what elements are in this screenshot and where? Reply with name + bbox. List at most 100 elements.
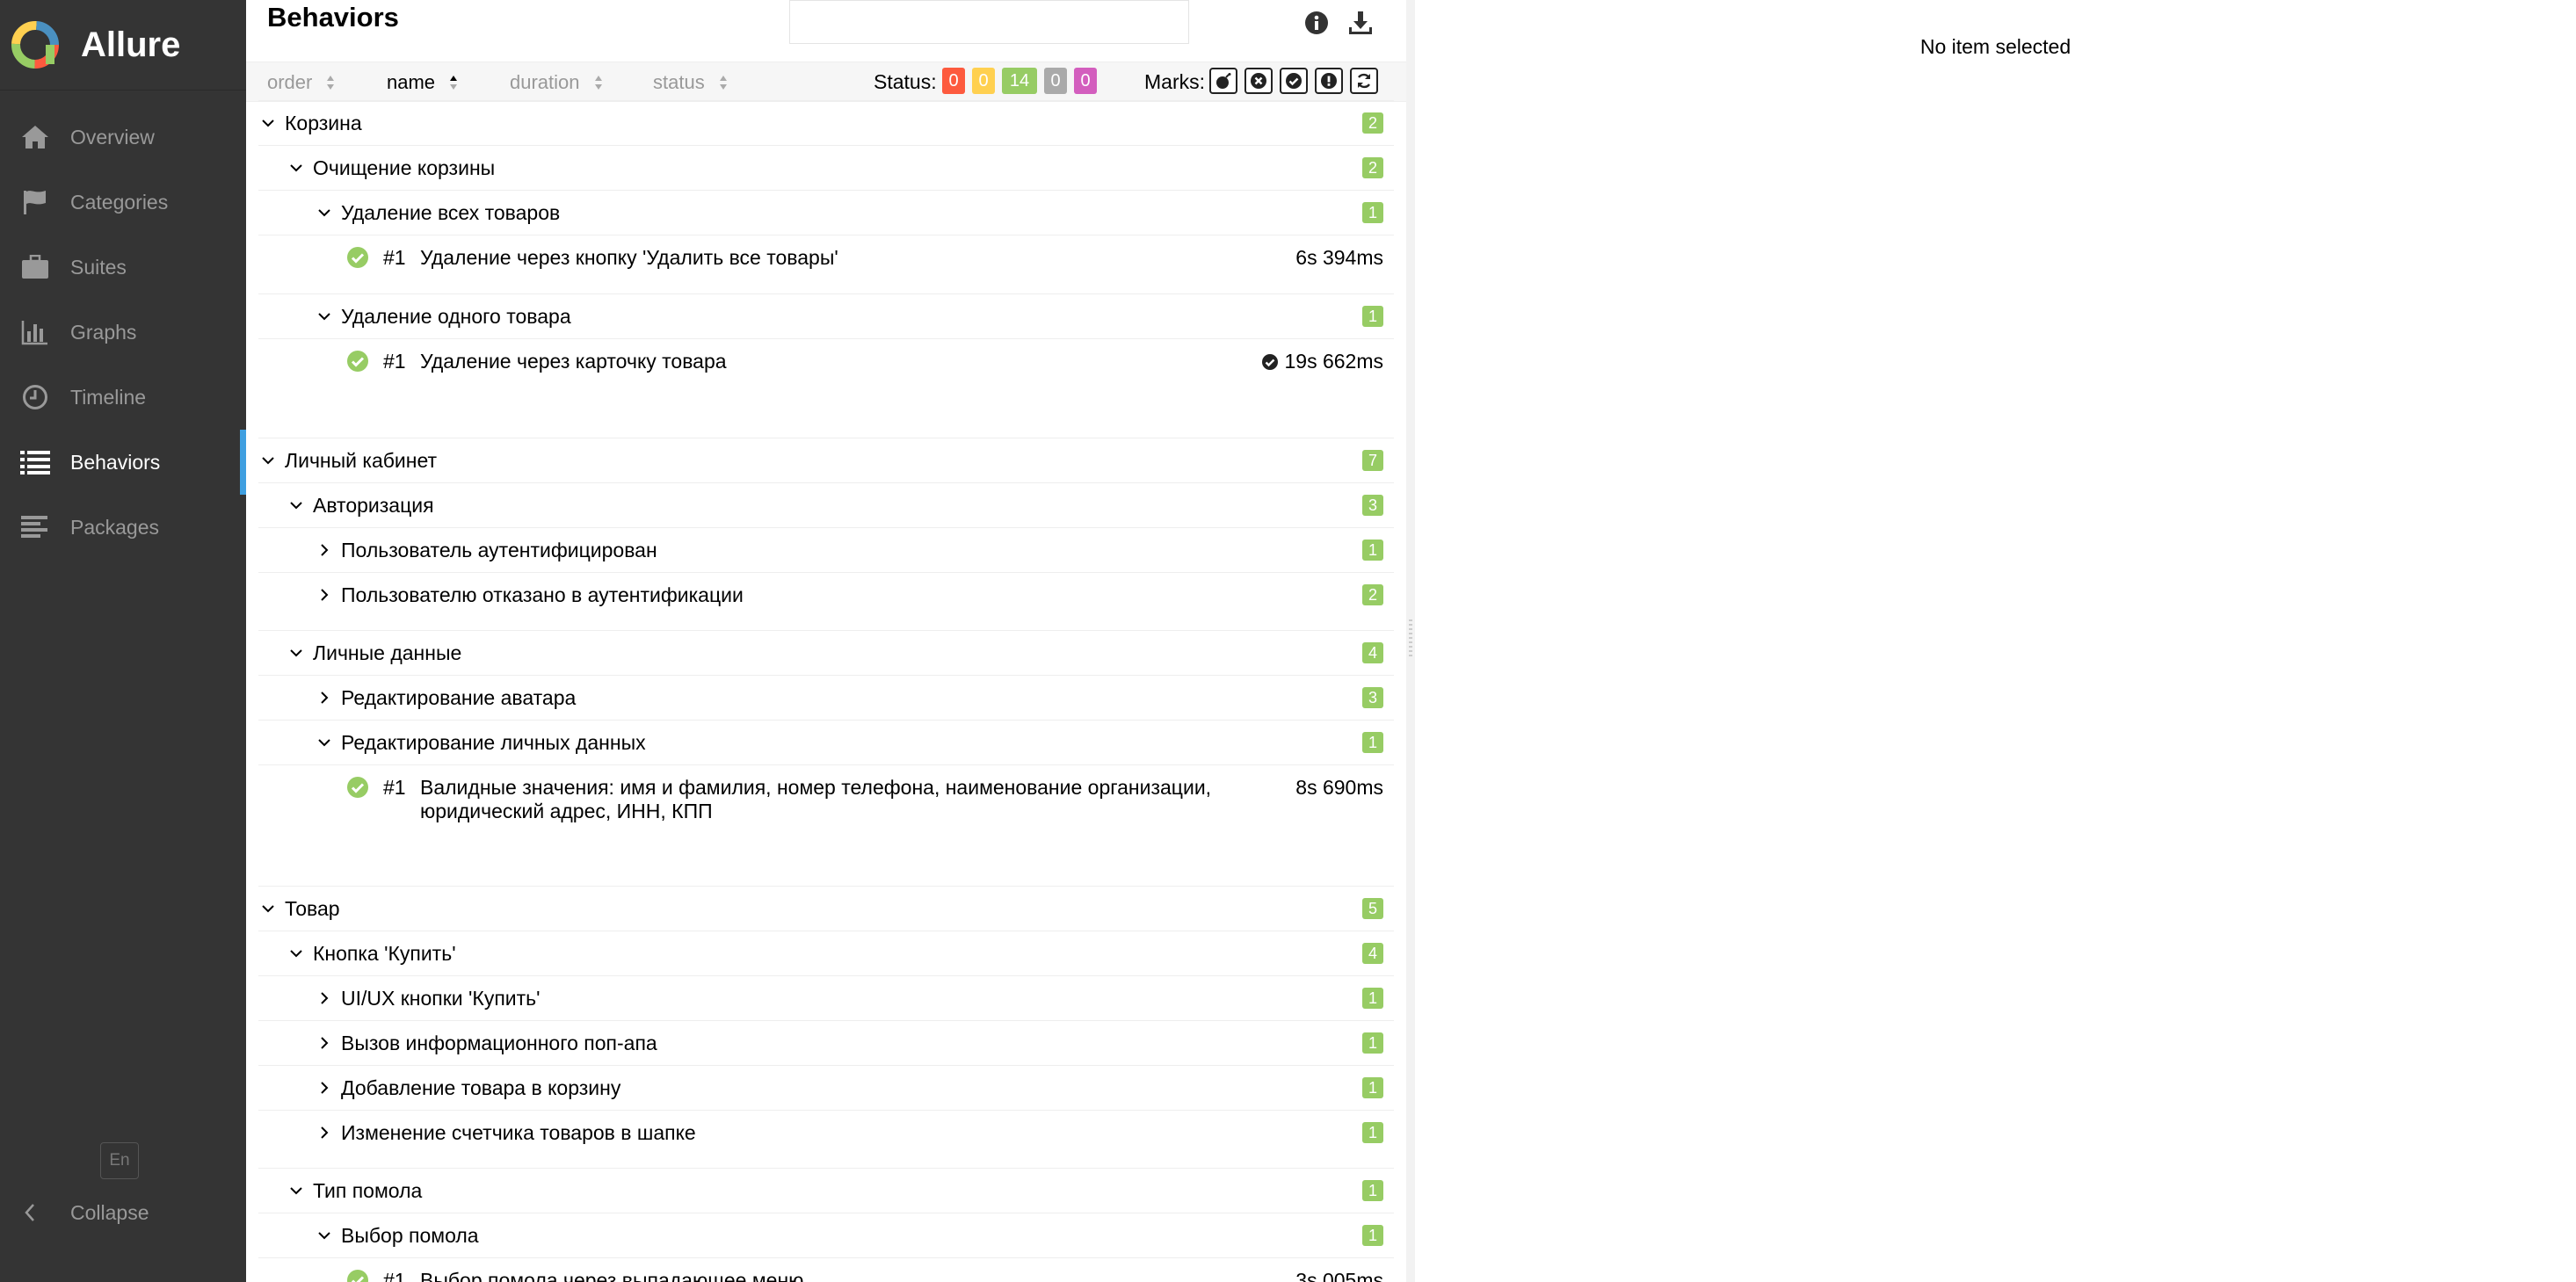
sort-order[interactable]: order [267, 71, 335, 94]
sidebar-item-graphs[interactable]: Graphs [0, 300, 246, 365]
tree-group-row[interactable]: Редактирование личных данных 1 [258, 720, 1394, 764]
chevron-down-icon[interactable] [287, 944, 306, 963]
tree-group-row[interactable]: Пользователю отказано в аутентификации 2 [258, 572, 1394, 617]
tree-group-row[interactable]: Редактирование аватара 3 [258, 675, 1394, 720]
group-label: Редактирование личных данных [341, 730, 646, 754]
align-left-icon [19, 511, 51, 543]
chevron-down-icon[interactable] [287, 1181, 306, 1200]
tree-group-row[interactable]: Корзина 2 [258, 100, 1394, 145]
tree-group-row[interactable]: Вызов информационного поп-апа 1 [258, 1020, 1394, 1065]
sidebar-item-timeline[interactable]: Timeline [0, 365, 246, 430]
sidebar-item-overview[interactable]: Overview [0, 105, 246, 170]
count-badge: 7 [1362, 450, 1383, 471]
chevron-down-icon[interactable] [315, 733, 334, 752]
chevron-down-icon[interactable] [258, 451, 278, 470]
splitter-grip[interactable] [1409, 619, 1412, 658]
test-name: Удаление через кнопку 'Удалить все товар… [420, 246, 838, 269]
duration-text: 3s 005ms [1295, 1269, 1383, 1282]
test-name: Выбор помола через выпадающее меню [420, 1269, 804, 1282]
chevron-down-icon[interactable] [258, 113, 278, 133]
test-case-row[interactable]: #1 Выбор помола через выпадающее меню 3s 0… [258, 1257, 1394, 1282]
sidebar-item-behaviors[interactable]: Behaviors [0, 430, 246, 495]
tree-group-row[interactable]: Тип помола 1 [258, 1168, 1394, 1213]
brand[interactable]: Allure [0, 0, 246, 91]
tree-group-row[interactable]: Личный кабинет 7 [258, 438, 1394, 482]
mark-retries-toggle[interactable] [1350, 68, 1378, 94]
chevron-down-icon[interactable] [287, 643, 306, 663]
collapse-button[interactable]: Collapse [19, 1195, 149, 1230]
count-badge: 4 [1362, 642, 1383, 663]
mark-flaky-toggle[interactable] [1209, 68, 1237, 94]
count-badge: 1 [1362, 1122, 1383, 1143]
sidebar-item-label: Overview [70, 125, 155, 148]
passed-status-icon [347, 247, 368, 268]
chevron-down-icon[interactable] [287, 158, 306, 177]
duration-text: 19s 662ms [1284, 350, 1383, 373]
count-badge: 1 [1362, 306, 1383, 327]
test-case-row[interactable]: #1 Валидные значения: имя и фамилия, номе… [258, 764, 1394, 845]
tree-group-row[interactable]: Пользователь аутентифицирован 1 [258, 527, 1394, 572]
chevron-down-icon[interactable] [315, 203, 334, 222]
status-skipped-toggle[interactable]: 0 [1044, 68, 1067, 94]
language-switch[interactable]: En [100, 1142, 139, 1179]
test-duration: 3s 005ms [1295, 1269, 1383, 1282]
test-case-row[interactable]: #1 Удаление через кнопку 'Удалить все тов… [258, 235, 1394, 293]
tree-group-row[interactable]: UI/UX кнопки 'Купить' 1 [258, 975, 1394, 1020]
passed-status-icon [347, 1270, 368, 1282]
status-unknown-toggle[interactable]: 0 [1074, 68, 1097, 94]
test-case-row[interactable]: #1 Удаление через карточку товара 19s 662m… [258, 338, 1394, 397]
chevron-right-icon[interactable] [315, 1123, 334, 1142]
tree-group-row[interactable]: Очищение корзины 2 [258, 145, 1394, 190]
bomb-icon [1216, 73, 1231, 89]
chevron-right-icon[interactable] [315, 1078, 334, 1097]
tree-group-row[interactable]: Удаление всех товаров 1 [258, 190, 1394, 235]
group-label: Авторизация [313, 493, 434, 517]
info-icon[interactable] [1303, 9, 1331, 37]
group-label: Редактирование аватара [341, 685, 577, 709]
tree-group-row[interactable]: Товар 5 [258, 886, 1394, 931]
test-number: #1 [383, 776, 406, 799]
tree-group-row[interactable]: Изменение счетчика товаров в шапке 1 [258, 1110, 1394, 1155]
chevron-right-icon[interactable] [315, 688, 334, 707]
pane-splitter[interactable] [1406, 0, 1415, 1282]
tree-group-row[interactable]: Кнопка 'Купить' 4 [258, 931, 1394, 975]
status-broken-toggle[interactable]: 0 [972, 68, 995, 94]
sort-duration[interactable]: duration [510, 71, 603, 94]
sort-status[interactable]: status [653, 71, 728, 94]
chevron-right-icon[interactable] [315, 1033, 334, 1053]
group-label: Вызов информационного поп-апа [341, 1031, 657, 1054]
count-badge: 1 [1362, 732, 1383, 753]
download-icon[interactable] [1346, 9, 1375, 37]
sidebar-item-suites[interactable]: Suites [0, 235, 246, 300]
count-badge: 3 [1362, 495, 1383, 516]
sidebar-item-categories[interactable]: Categories [0, 170, 246, 235]
tree-group-row[interactable]: Личные данные 4 [258, 630, 1394, 675]
chevron-right-icon[interactable] [315, 989, 334, 1008]
count-badge: 4 [1362, 943, 1383, 964]
status-failed-toggle[interactable]: 0 [942, 68, 965, 94]
chevron-down-icon[interactable] [258, 899, 278, 918]
brand-name: Allure [81, 25, 181, 64]
chevron-down-icon[interactable] [287, 496, 306, 515]
sort-name[interactable]: name [387, 71, 458, 94]
sidebar-item-packages[interactable]: Packages [0, 495, 246, 560]
test-duration: 8s 690ms [1295, 776, 1383, 800]
mark-new-broken-toggle[interactable] [1315, 68, 1343, 94]
tree-group-row[interactable]: Удаление одного товара 1 [258, 293, 1394, 338]
chevron-right-icon[interactable] [315, 540, 334, 560]
status-passed-toggle[interactable]: 14 [1002, 68, 1037, 94]
status-filter-label: Status: [874, 70, 937, 93]
mark-new-failed-toggle[interactable] [1244, 68, 1273, 94]
test-number: #1 [383, 1269, 406, 1282]
tree-group-row[interactable]: Авторизация 3 [258, 482, 1394, 527]
count-badge: 1 [1362, 988, 1383, 1009]
chevron-down-icon[interactable] [315, 1226, 334, 1245]
search-input[interactable] [789, 0, 1189, 44]
tree-group-row[interactable]: Выбор помола 1 [258, 1213, 1394, 1257]
chevron-right-icon[interactable] [315, 585, 334, 605]
tree-group-row[interactable]: Добавление товара в корзину 1 [258, 1065, 1394, 1110]
group-label: Личные данные [313, 641, 462, 664]
chevron-down-icon[interactable] [315, 307, 334, 326]
group-label: UI/UX кнопки 'Купить' [341, 986, 541, 1010]
mark-new-passed-toggle[interactable] [1280, 68, 1308, 94]
